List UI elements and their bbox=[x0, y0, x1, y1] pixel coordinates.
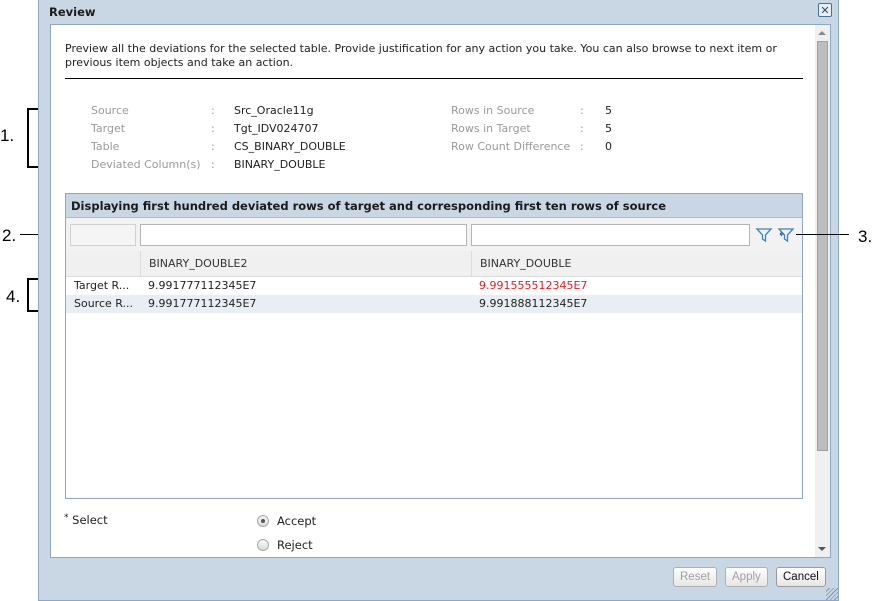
info-value: BINARY_DOUBLE bbox=[234, 158, 326, 171]
info-colon: : bbox=[211, 158, 215, 171]
info-value: 5 bbox=[605, 104, 612, 117]
table-row-target[interactable]: Target R... 9.991777112345E7 9.991555512… bbox=[66, 277, 802, 295]
select-label-text: Select bbox=[72, 513, 108, 527]
callout-2: 2. bbox=[2, 226, 17, 245]
filter-icon[interactable] bbox=[755, 226, 773, 244]
row-label-filter bbox=[70, 224, 136, 246]
info-label: Target bbox=[91, 122, 126, 135]
info-colon: : bbox=[211, 104, 215, 117]
table-row-source[interactable]: Source R... 9.991777112345E7 9.991888112… bbox=[66, 295, 802, 313]
info-label: Source bbox=[91, 104, 129, 117]
info-left: Source : Src_Oracle11g Target : Tgt_IDV0… bbox=[91, 102, 346, 174]
info-rows-in-target: Rows in Target : 5 bbox=[451, 120, 612, 138]
info-label: Table bbox=[91, 140, 120, 153]
dialog-title: Review bbox=[49, 5, 96, 19]
info-rows-in-source: Rows in Source : 5 bbox=[451, 102, 612, 120]
callout-4: 4. bbox=[6, 287, 21, 306]
column-header-binary-double2[interactable]: BINARY_DOUBLE2 bbox=[140, 251, 471, 277]
row-label: Target R... bbox=[74, 279, 130, 292]
info-label: Deviated Column(s) bbox=[91, 158, 201, 171]
info-value: Src_Oracle11g bbox=[234, 104, 314, 117]
scroll-down-arrow-icon[interactable] bbox=[818, 547, 826, 551]
clear-filter-icon[interactable] bbox=[777, 226, 795, 244]
grid-header: Displaying first hundred deviated rows o… bbox=[66, 194, 802, 218]
divider bbox=[65, 78, 803, 79]
info-source: Source : Src_Oracle11g bbox=[91, 102, 346, 120]
radio-button-reject[interactable] bbox=[257, 539, 269, 551]
row-label: Source R... bbox=[74, 297, 134, 310]
column-header-row-label bbox=[66, 251, 140, 277]
select-label: * Select bbox=[64, 513, 108, 527]
info-right: Rows in Source : 5 Rows in Target : 5 Ro… bbox=[451, 102, 612, 156]
info-label: Rows in Source bbox=[451, 104, 535, 117]
info-label: Row Count Difference bbox=[451, 140, 571, 153]
callout-4-bracket bbox=[27, 278, 29, 311]
intro-text: Preview all the deviations for the selec… bbox=[65, 42, 777, 69]
filter-input-binary-double[interactable] bbox=[471, 224, 750, 246]
filter-input-binary-double2[interactable] bbox=[140, 224, 467, 246]
callout-1-bracket bbox=[27, 108, 29, 167]
cell-binary-double-deviated: 9.991555512345E7 bbox=[479, 279, 588, 292]
info-value: 0 bbox=[605, 140, 612, 153]
cell-binary-double: 9.991888112345E7 bbox=[479, 297, 588, 310]
callout-3: 3. bbox=[858, 227, 873, 246]
radio-label-reject: Reject bbox=[277, 538, 313, 552]
info-table: Table : CS_BINARY_DOUBLE bbox=[91, 138, 346, 156]
info-colon: : bbox=[211, 140, 215, 153]
radio-accept[interactable]: Accept bbox=[257, 514, 316, 528]
cancel-button[interactable]: Cancel bbox=[776, 567, 826, 587]
callout-1: 1. bbox=[0, 126, 15, 145]
info-value: Tgt_IDV024707 bbox=[234, 122, 319, 135]
info-value: CS_BINARY_DOUBLE bbox=[234, 140, 346, 153]
info-colon: : bbox=[580, 122, 584, 135]
info-colon: : bbox=[580, 104, 584, 117]
scroll-up-arrow-icon[interactable] bbox=[818, 31, 826, 35]
info-colon: : bbox=[211, 122, 215, 135]
resize-grip-icon[interactable] bbox=[826, 588, 838, 600]
close-icon: ✕ bbox=[820, 3, 830, 17]
cell-binary-double2: 9.991777112345E7 bbox=[148, 279, 257, 292]
info-value: 5 bbox=[605, 122, 612, 135]
radio-button-accept[interactable] bbox=[257, 515, 269, 527]
vertical-scrollbar[interactable] bbox=[815, 25, 830, 557]
column-header-row: BINARY_DOUBLE2 BINARY_DOUBLE bbox=[66, 251, 802, 277]
dialog-content: Preview all the deviations for the selec… bbox=[50, 24, 831, 558]
cell-binary-double2: 9.991777112345E7 bbox=[148, 297, 257, 310]
info-colon: : bbox=[580, 140, 584, 153]
info-label: Rows in Target bbox=[451, 122, 531, 135]
required-marker: * bbox=[64, 513, 69, 523]
column-header-binary-double[interactable]: BINARY_DOUBLE bbox=[471, 251, 802, 277]
review-dialog: Review ✕ Preview all the deviations for … bbox=[38, 0, 839, 601]
info-row-count-difference: Row Count Difference : 0 bbox=[451, 138, 612, 156]
radio-reject[interactable]: Reject bbox=[257, 538, 313, 552]
radio-label-accept: Accept bbox=[277, 514, 317, 528]
info-deviated-columns: Deviated Column(s) : BINARY_DOUBLE bbox=[91, 156, 346, 174]
deviation-grid: Displaying first hundred deviated rows o… bbox=[65, 193, 803, 499]
scroll-thumb[interactable] bbox=[817, 41, 828, 451]
info-target: Target : Tgt_IDV024707 bbox=[91, 120, 346, 138]
apply-button[interactable]: Apply bbox=[725, 567, 768, 587]
callout-3-line bbox=[796, 234, 849, 235]
reset-button[interactable]: Reset bbox=[673, 567, 718, 587]
close-button[interactable]: ✕ bbox=[818, 3, 832, 17]
filter-row bbox=[66, 218, 802, 251]
